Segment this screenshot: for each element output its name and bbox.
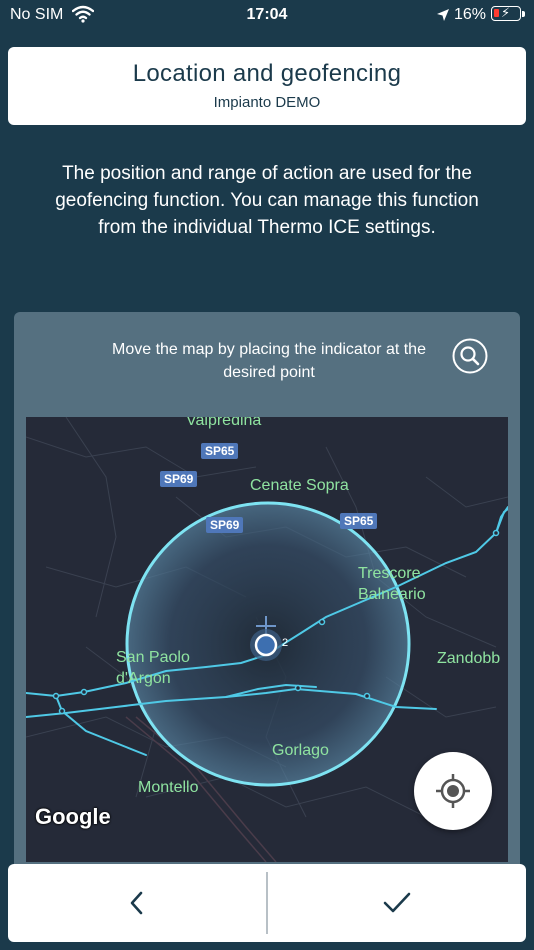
map-view[interactable]: SP65 SP69 SP69 SP65 Valpredina Cenate So… xyxy=(26,417,508,862)
back-button[interactable] xyxy=(8,864,266,942)
place-label: Valpredina xyxy=(186,417,262,429)
page-title: Location and geofencing xyxy=(132,60,402,87)
road-label: SP69 xyxy=(206,517,244,533)
road-label: SP65 xyxy=(201,443,239,459)
checkmark-icon xyxy=(383,892,411,913)
map-hint: Move the map by placing the indicator at… xyxy=(112,341,426,381)
chevron-left-icon xyxy=(130,891,143,915)
place-label: Trescore Balneario xyxy=(358,565,426,603)
plant-name: Impianto DEMO xyxy=(213,94,321,111)
place-label: Montello xyxy=(138,779,199,796)
road-label: SP65 xyxy=(340,513,378,529)
google-logo: Google xyxy=(35,804,111,829)
bottom-action-bar xyxy=(8,864,526,942)
my-location-button[interactable] xyxy=(414,752,492,830)
road-label: SP69 xyxy=(160,471,198,487)
crosshair-icon xyxy=(436,774,470,808)
place-label: San Paolo d'Argon xyxy=(116,649,190,687)
place-label: Cenate Sopra xyxy=(250,477,349,494)
place-label: Gorlago xyxy=(272,742,329,759)
confirm-button[interactable] xyxy=(268,864,526,942)
geofencing-description: The position and range of action are use… xyxy=(55,163,479,238)
location-arrow-icon xyxy=(437,9,449,21)
status-bar: No SIM 17:04 16% ⚡ xyxy=(0,0,534,30)
battery-icon: ⚡ xyxy=(491,5,521,21)
header-card: Location and geofencing Impianto DEMO xyxy=(8,47,526,125)
search-icon[interactable] xyxy=(452,338,488,374)
battery-percentage: 16% xyxy=(454,6,487,23)
place-label: Zandobb xyxy=(437,650,501,667)
marker-label: 2 xyxy=(282,637,289,649)
